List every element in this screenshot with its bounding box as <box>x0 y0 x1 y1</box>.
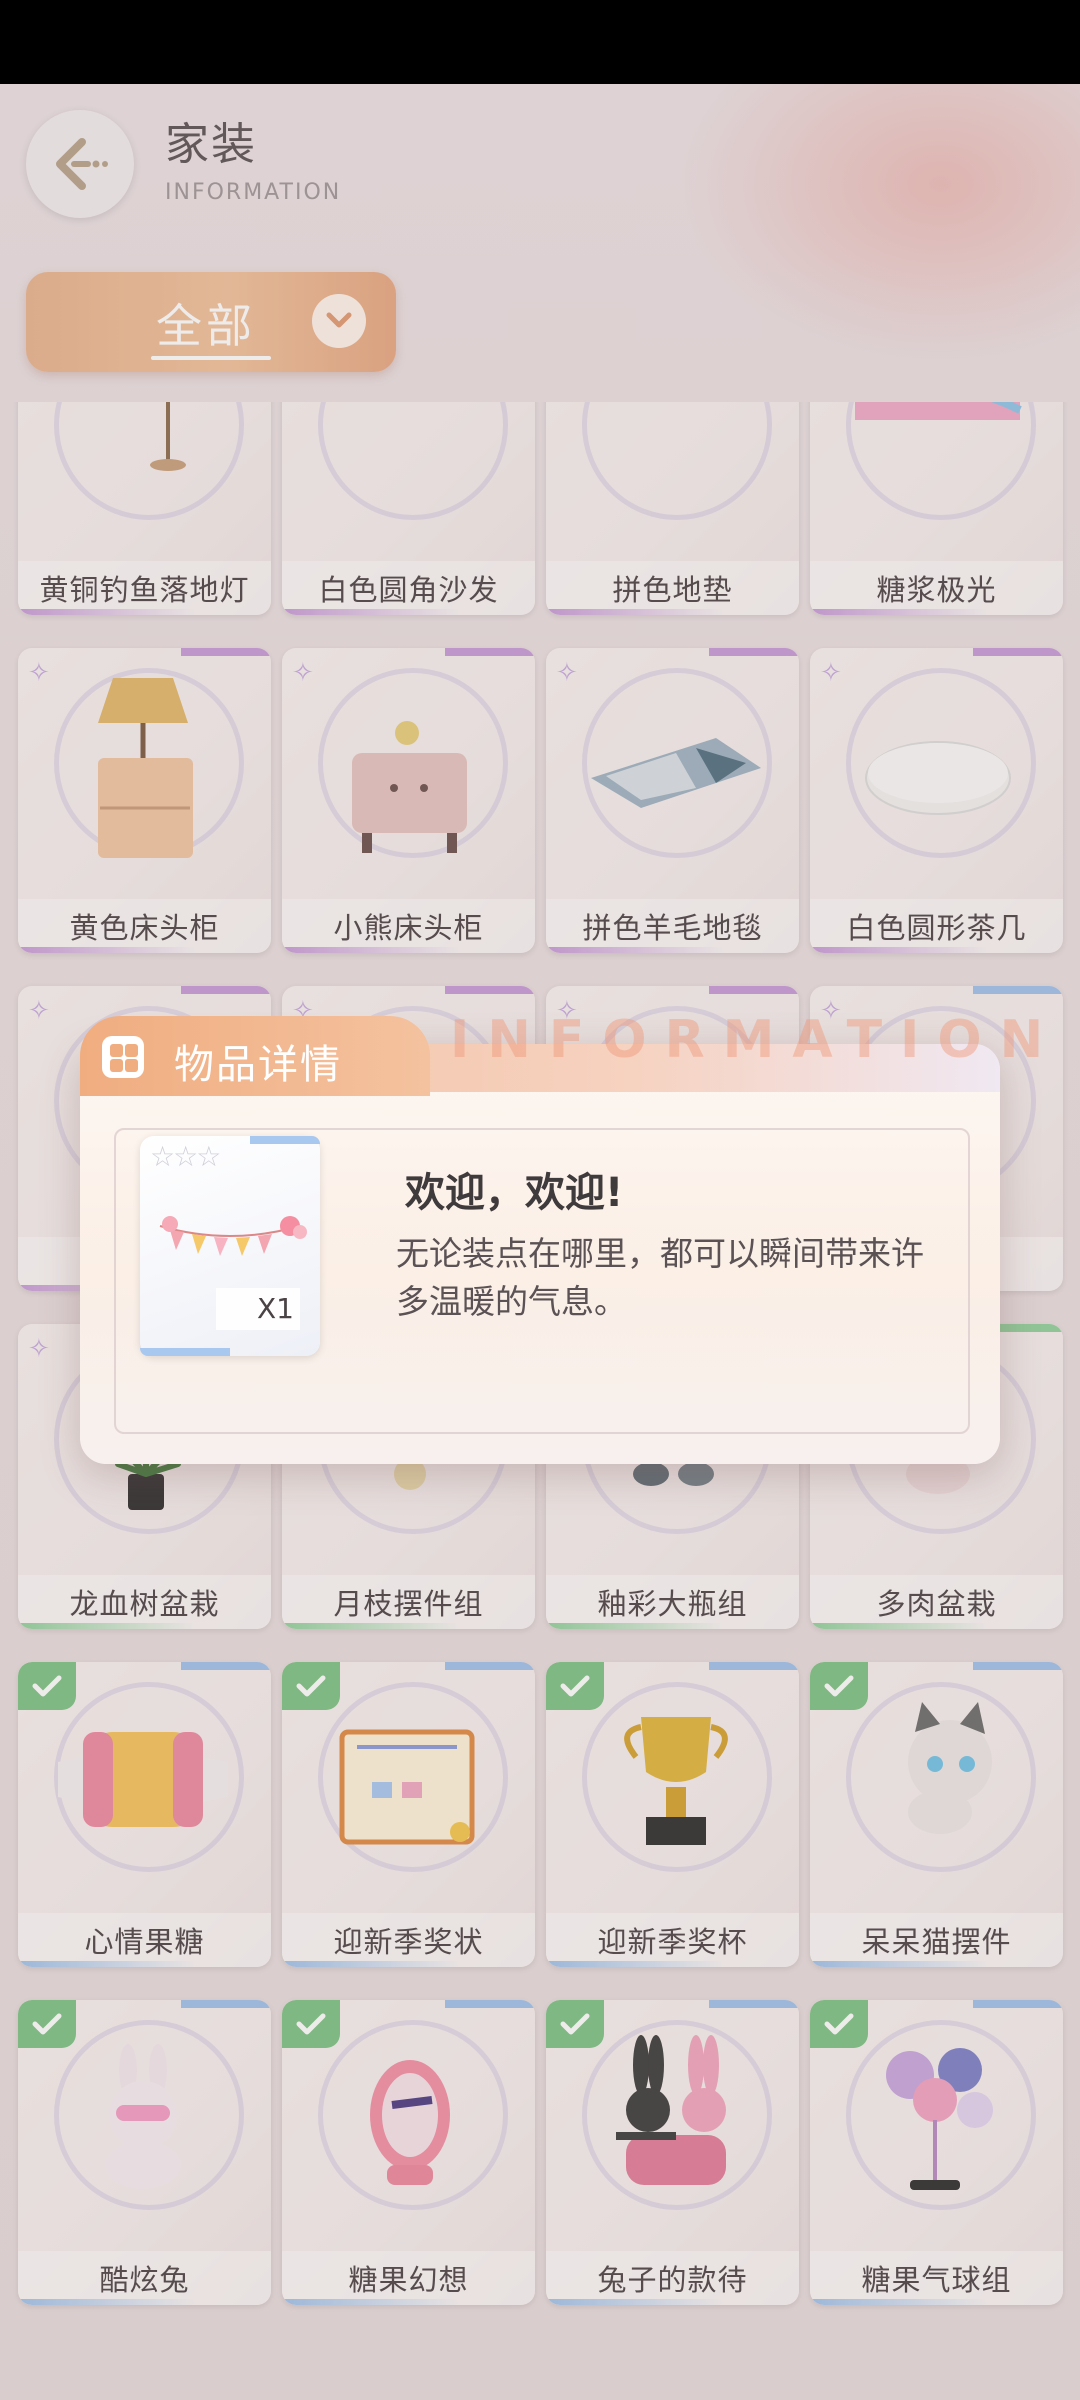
dialog-title-tab: 物品详情 <box>80 1016 430 1096</box>
item-detail-dialog: ☆☆☆ X1 欢迎，欢迎! 无论装点在哪里，都可以瞬间带来许多温暖的气息。 <box>80 1044 1000 1464</box>
item-thumbnail: ☆☆☆ X1 <box>140 1136 320 1356</box>
rarity-stars: ☆☆☆ <box>150 1140 221 1173</box>
information-watermark: INFORMATION <box>450 1010 1062 1070</box>
status-bar <box>0 0 1080 84</box>
dialog-title: 物品详情 <box>174 1042 342 1088</box>
item-count: X1 <box>216 1288 300 1330</box>
item-description: 无论装点在哪里，都可以瞬间带来许多温暖的气息。 <box>396 1234 924 1321</box>
item-name: 欢迎，欢迎! <box>405 1170 624 1216</box>
grid-icon <box>102 1036 144 1078</box>
